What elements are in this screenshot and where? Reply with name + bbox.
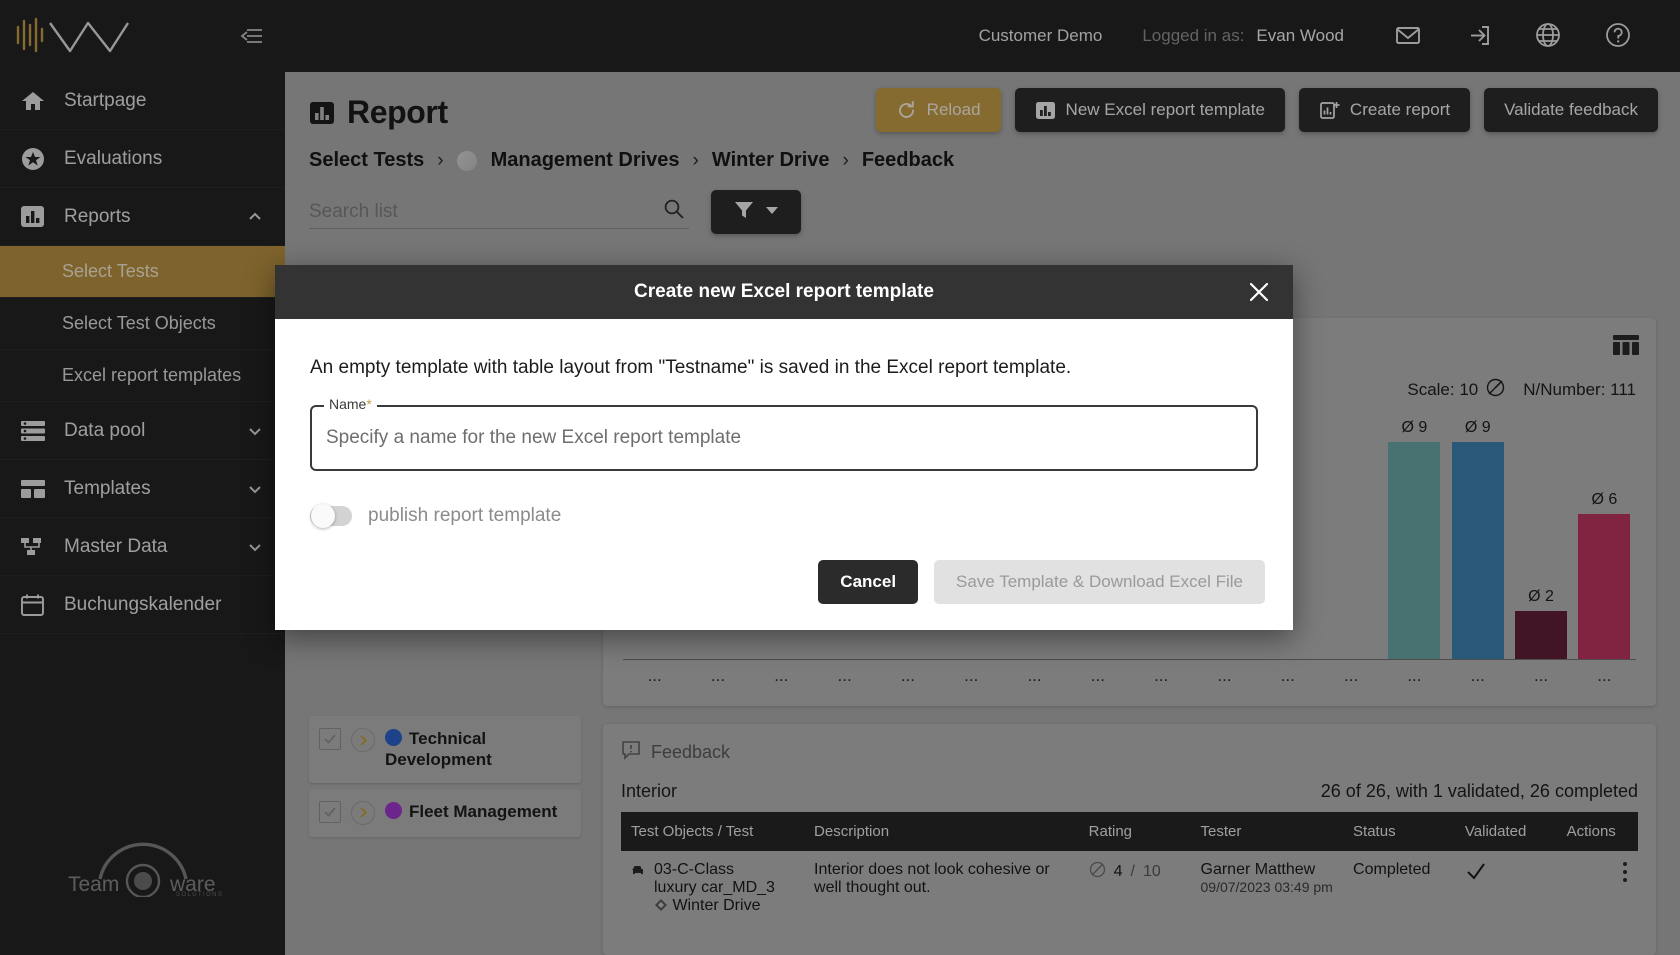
save-template-download-button: Save Template & Download Excel File — [934, 560, 1265, 604]
name-field-wrapper: Name* — [310, 396, 1258, 471]
name-field-legend: Name* — [324, 396, 377, 412]
create-excel-template-dialog: Create new Excel report template An empt… — [275, 265, 1293, 630]
dialog-header: Create new Excel report template — [275, 265, 1293, 319]
dialog-description: An empty template with table layout from… — [310, 357, 1072, 378]
cancel-button[interactable]: Cancel — [818, 560, 919, 604]
close-icon[interactable] — [1247, 280, 1271, 304]
name-input[interactable] — [326, 427, 1242, 449]
toggle-knob — [311, 504, 335, 528]
dialog-title: Create new Excel report template — [634, 281, 934, 302]
name-field-label: Name — [329, 396, 367, 412]
dialog-footer: Cancel Save Template & Download Excel Fi… — [275, 560, 1293, 630]
dialog-body: An empty template with table layout from… — [275, 319, 1293, 560]
publish-report-template-toggle[interactable] — [310, 504, 352, 528]
required-marker: * — [366, 396, 372, 412]
publish-toggle-row: publish report template — [310, 504, 1258, 528]
name-field-box[interactable] — [310, 405, 1258, 471]
publish-toggle-label: publish report template — [368, 505, 562, 526]
